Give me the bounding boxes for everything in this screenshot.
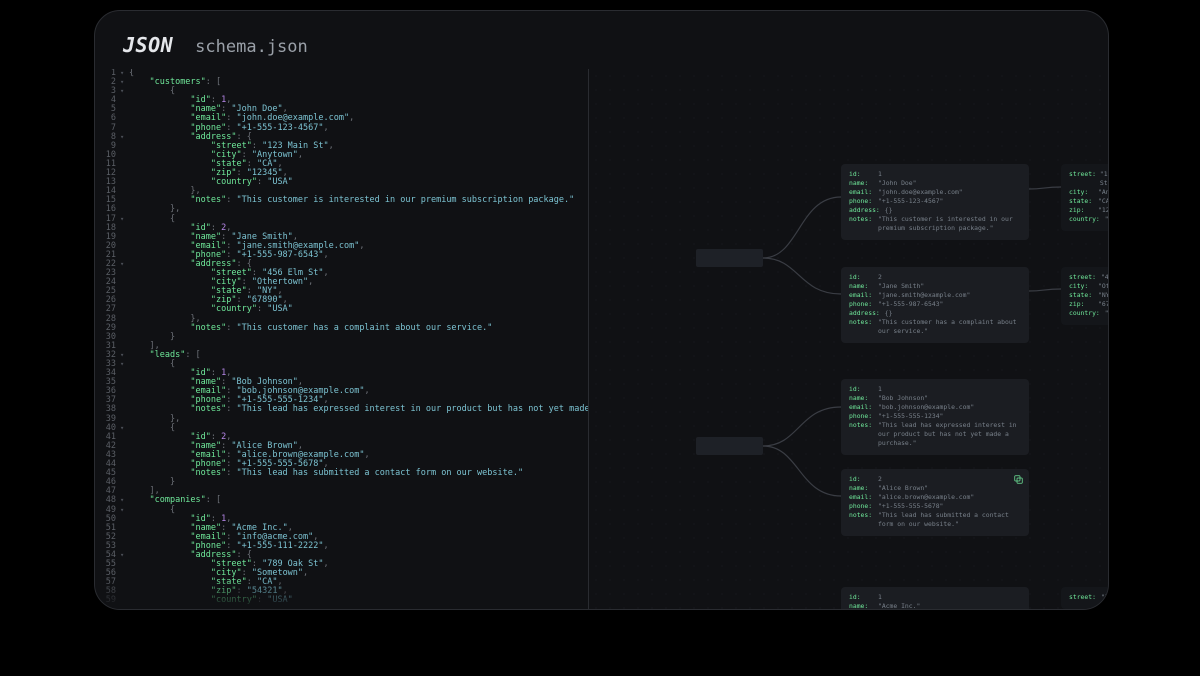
card-row: country:"USA" [1069, 309, 1108, 318]
card-row: phone:"+1-555-123-4567" [849, 197, 1021, 206]
node-card-company-1[interactable]: id:1name:"Acme Inc." [841, 587, 1029, 609]
card-row: name:"Bob Johnson" [849, 394, 1021, 403]
fold-chevron-icon[interactable]: ▾ [120, 87, 124, 96]
card-row: city:"Anytown" [1069, 188, 1108, 197]
card-row: zip:"12345" [1069, 206, 1108, 215]
split-pane: 1▾{2▾ "customers": [3▾ {4 "id": 1,5 "nam… [95, 69, 1108, 609]
card-row: phone:"+1-555-555-5678" [849, 502, 1021, 511]
fold-chevron-icon[interactable]: ▾ [120, 69, 124, 78]
code-editor[interactable]: 1▾{2▾ "customers": [3▾ {4 "id": 1,5 "nam… [95, 69, 589, 609]
card-row: id:1 [849, 593, 1021, 602]
card-row: notes:"This customer has a complaint abo… [849, 318, 1021, 336]
node-stub-leads[interactable] [696, 437, 763, 455]
card-row: phone:"+1-555-555-1234" [849, 412, 1021, 421]
fold-chevron-icon[interactable]: ▾ [120, 360, 124, 369]
card-row: email:"john.doe@example.com" [849, 188, 1021, 197]
fold-chevron-icon[interactable]: ▾ [120, 351, 124, 360]
fold-chevron-icon[interactable]: ▾ [120, 78, 124, 87]
card-row: name:"Jane Smith" [849, 282, 1021, 291]
app-window: JSON schema.json 1▾{2▾ "customers": [3▾ … [94, 10, 1109, 610]
fold-chevron-icon[interactable]: ▾ [120, 215, 124, 224]
card-row: name:"Alice Brown" [849, 484, 1021, 493]
code-content: 1▾{2▾ "customers": [3▾ {4 "id": 1,5 "nam… [95, 69, 588, 606]
node-card-company-1-address[interactable]: street:"789 Oak St" [1061, 587, 1108, 609]
fold-chevron-icon[interactable]: ▾ [120, 133, 124, 142]
card-row: phone:"+1-555-987-6543" [849, 300, 1021, 309]
card-row: name:"Acme Inc." [849, 602, 1021, 609]
fold-chevron-icon[interactable]: ▾ [120, 424, 124, 433]
node-card-lead-1[interactable]: id:1name:"Bob Johnson"email:"bob.johnson… [841, 379, 1029, 455]
card-row: name:"John Doe" [849, 179, 1021, 188]
card-row: city:"Othertown" [1069, 282, 1108, 291]
fold-chevron-icon[interactable]: ▾ [120, 496, 124, 505]
card-row: notes:"This customer is interested in ou… [849, 215, 1021, 233]
node-card-customer-2-address[interactable]: street:"456 Elm St"city:"Othertown"state… [1061, 267, 1108, 325]
json-graph-canvas[interactable]: id:1name:"John Doe"email:"john.doe@examp… [589, 69, 1108, 609]
fold-chevron-icon[interactable]: ▾ [120, 551, 124, 560]
card-row: address:{} [849, 309, 1021, 318]
code-line: 30 } [95, 333, 588, 342]
node-card-customer-1-address[interactable]: street:"123 Main St"city:"Anytown"state:… [1061, 164, 1108, 231]
card-row: zip:"67890" [1069, 300, 1108, 309]
card-row: email:"alice.brown@example.com" [849, 493, 1021, 502]
header: JSON schema.json [123, 33, 308, 57]
node-card-lead-2[interactable]: id:2name:"Alice Brown"email:"alice.brown… [841, 469, 1029, 536]
node-card-customer-1[interactable]: id:1name:"John Doe"email:"john.doe@examp… [841, 164, 1029, 240]
code-line: 59 "country": "USA" [95, 596, 588, 605]
card-row: notes:"This lead has submitted a contact… [849, 511, 1021, 529]
card-row: street:"456 Elm St" [1069, 273, 1108, 282]
card-row: id:1 [849, 385, 1021, 394]
format-badge: JSON [123, 33, 173, 57]
card-row: email:"jane.smith@example.com" [849, 291, 1021, 300]
card-row: address:{} [849, 206, 1021, 215]
card-row: id:1 [849, 170, 1021, 179]
card-row: email:"bob.johnson@example.com" [849, 403, 1021, 412]
code-line: 46 } [95, 478, 588, 487]
node-stub-customers[interactable] [696, 249, 763, 267]
fold-chevron-icon[interactable]: ▾ [120, 260, 124, 269]
copy-icon[interactable] [1014, 475, 1023, 484]
card-row: id:2 [849, 273, 1021, 282]
card-row: street:"789 Oak St" [1069, 593, 1108, 602]
card-row: notes:"This lead has expressed interest … [849, 421, 1021, 448]
card-row: street:"123 Main St" [1069, 170, 1108, 188]
card-row: id:2 [849, 475, 1021, 484]
fold-chevron-icon[interactable]: ▾ [120, 506, 124, 515]
card-row: state:"NY" [1069, 291, 1108, 300]
filename-label: schema.json [195, 37, 308, 57]
card-row: state:"CA" [1069, 197, 1108, 206]
node-card-customer-2[interactable]: id:2name:"Jane Smith"email:"jane.smith@e… [841, 267, 1029, 343]
card-row: country:"USA" [1069, 215, 1108, 224]
